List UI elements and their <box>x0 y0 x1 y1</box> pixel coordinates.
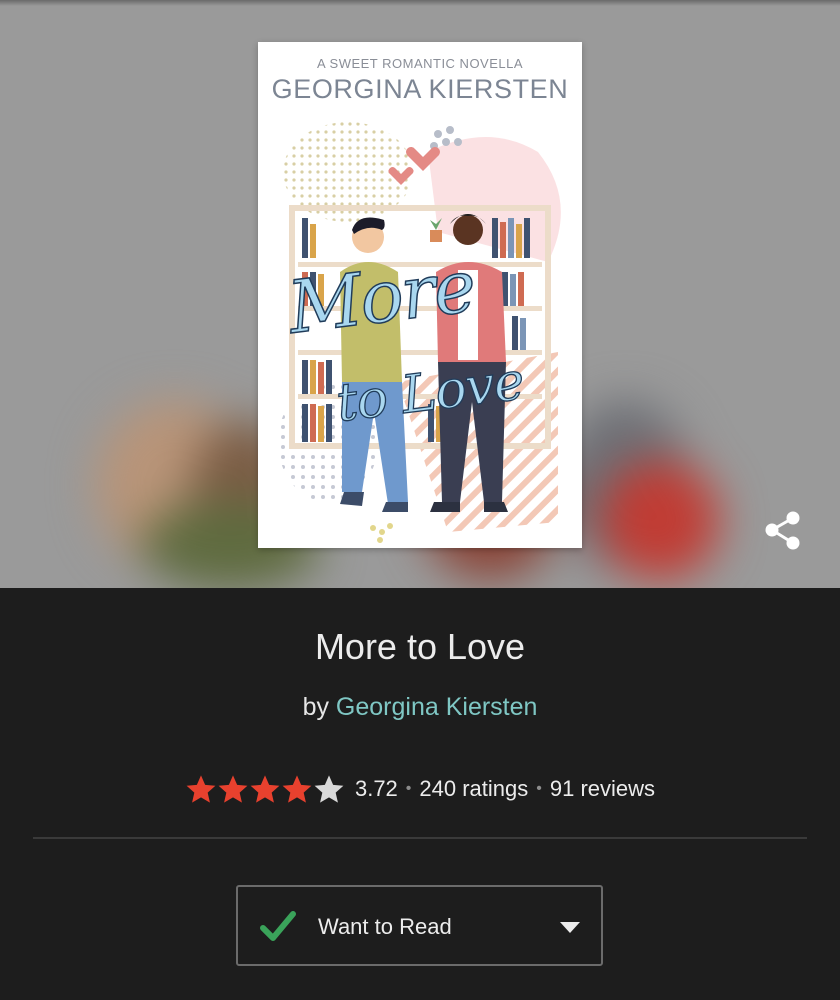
divider <box>33 837 807 839</box>
reviews-count: 91 reviews <box>549 776 656 801</box>
cover-hero: A SWEET ROMANTIC NOVELLA GEORGINA KIERST… <box>0 0 840 588</box>
byline: by Georgina Kiersten <box>0 693 840 722</box>
star-filled-icon <box>186 775 216 803</box>
want-to-read-label: Want to Read <box>318 914 452 939</box>
want-to-read-button[interactable]: Want to Read <box>236 885 603 966</box>
star-filled-icon <box>218 775 248 803</box>
book-cover[interactable]: A SWEET ROMANTIC NOVELLA GEORGINA KIERST… <box>258 42 582 548</box>
share-icon[interactable] <box>760 508 806 554</box>
star-filled-icon <box>282 775 312 803</box>
star-empty-icon <box>314 775 344 803</box>
status-shadow <box>0 0 840 6</box>
check-icon <box>260 911 296 941</box>
star-rating <box>185 773 345 805</box>
chevron-down-icon[interactable] <box>560 922 580 933</box>
book-title: More to Love <box>314 626 526 667</box>
rating-summary[interactable]: 3.72 • 240 ratings • 91 reviews <box>0 773 840 805</box>
by-label: by <box>302 693 329 721</box>
cover-series-line: A SWEET ROMANTIC NOVELLA <box>316 56 524 71</box>
ratings-count: 240 ratings <box>419 776 529 801</box>
average-rating: 3.72 <box>354 776 398 801</box>
cover-author-line: GEORGINA KIERSTEN <box>271 74 569 104</box>
separator-dot: • <box>405 780 412 797</box>
star-filled-icon <box>250 775 280 803</box>
author-link[interactable]: Georgina Kiersten <box>336 693 538 721</box>
separator-dot: • <box>536 780 542 797</box>
